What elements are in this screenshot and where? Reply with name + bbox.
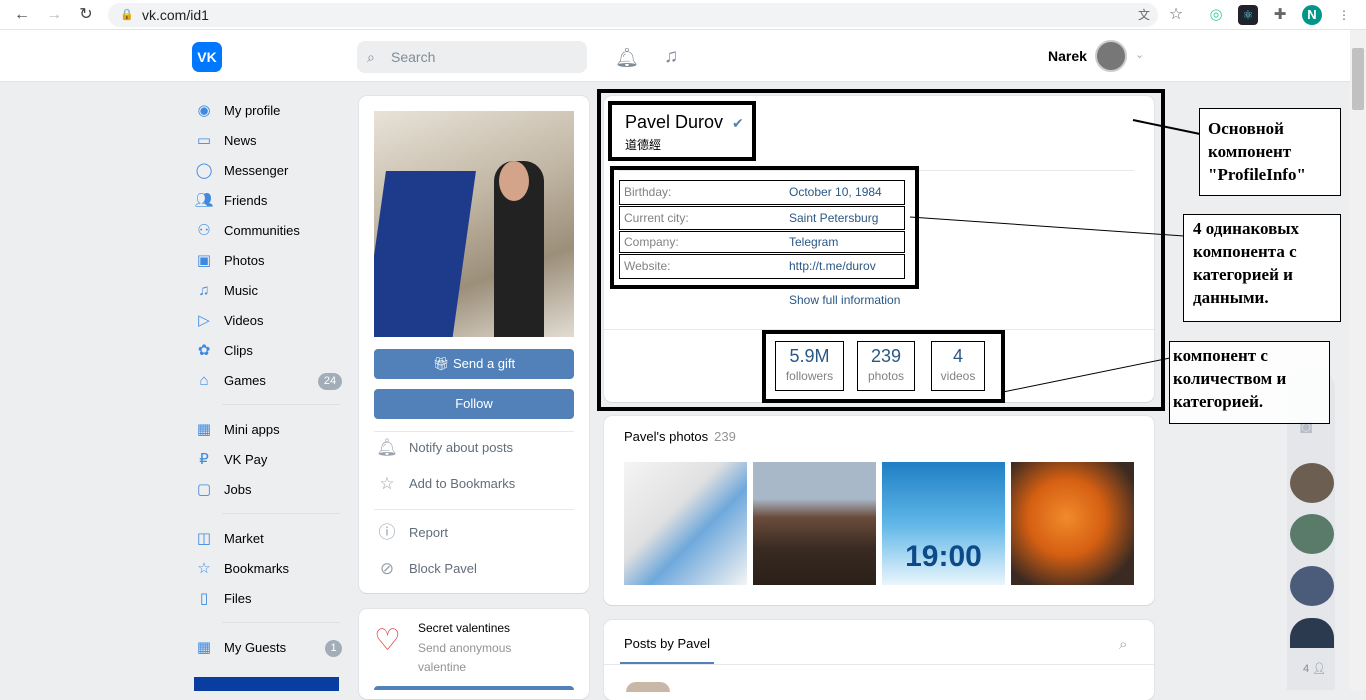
annotation-main: Основной компонент "ProfileInfo" (1199, 108, 1341, 196)
annotation-line-counts (1002, 357, 1171, 393)
annotation-line-main (1132, 119, 1201, 135)
annotation-lines (909, 119, 1201, 393)
annotation-counts: компонент с количеством и категорией. (1169, 341, 1330, 424)
annotation-line-rows (909, 216, 1185, 237)
annotation-rows: 4 одинаковых компонента с категорией и д… (1183, 214, 1341, 322)
